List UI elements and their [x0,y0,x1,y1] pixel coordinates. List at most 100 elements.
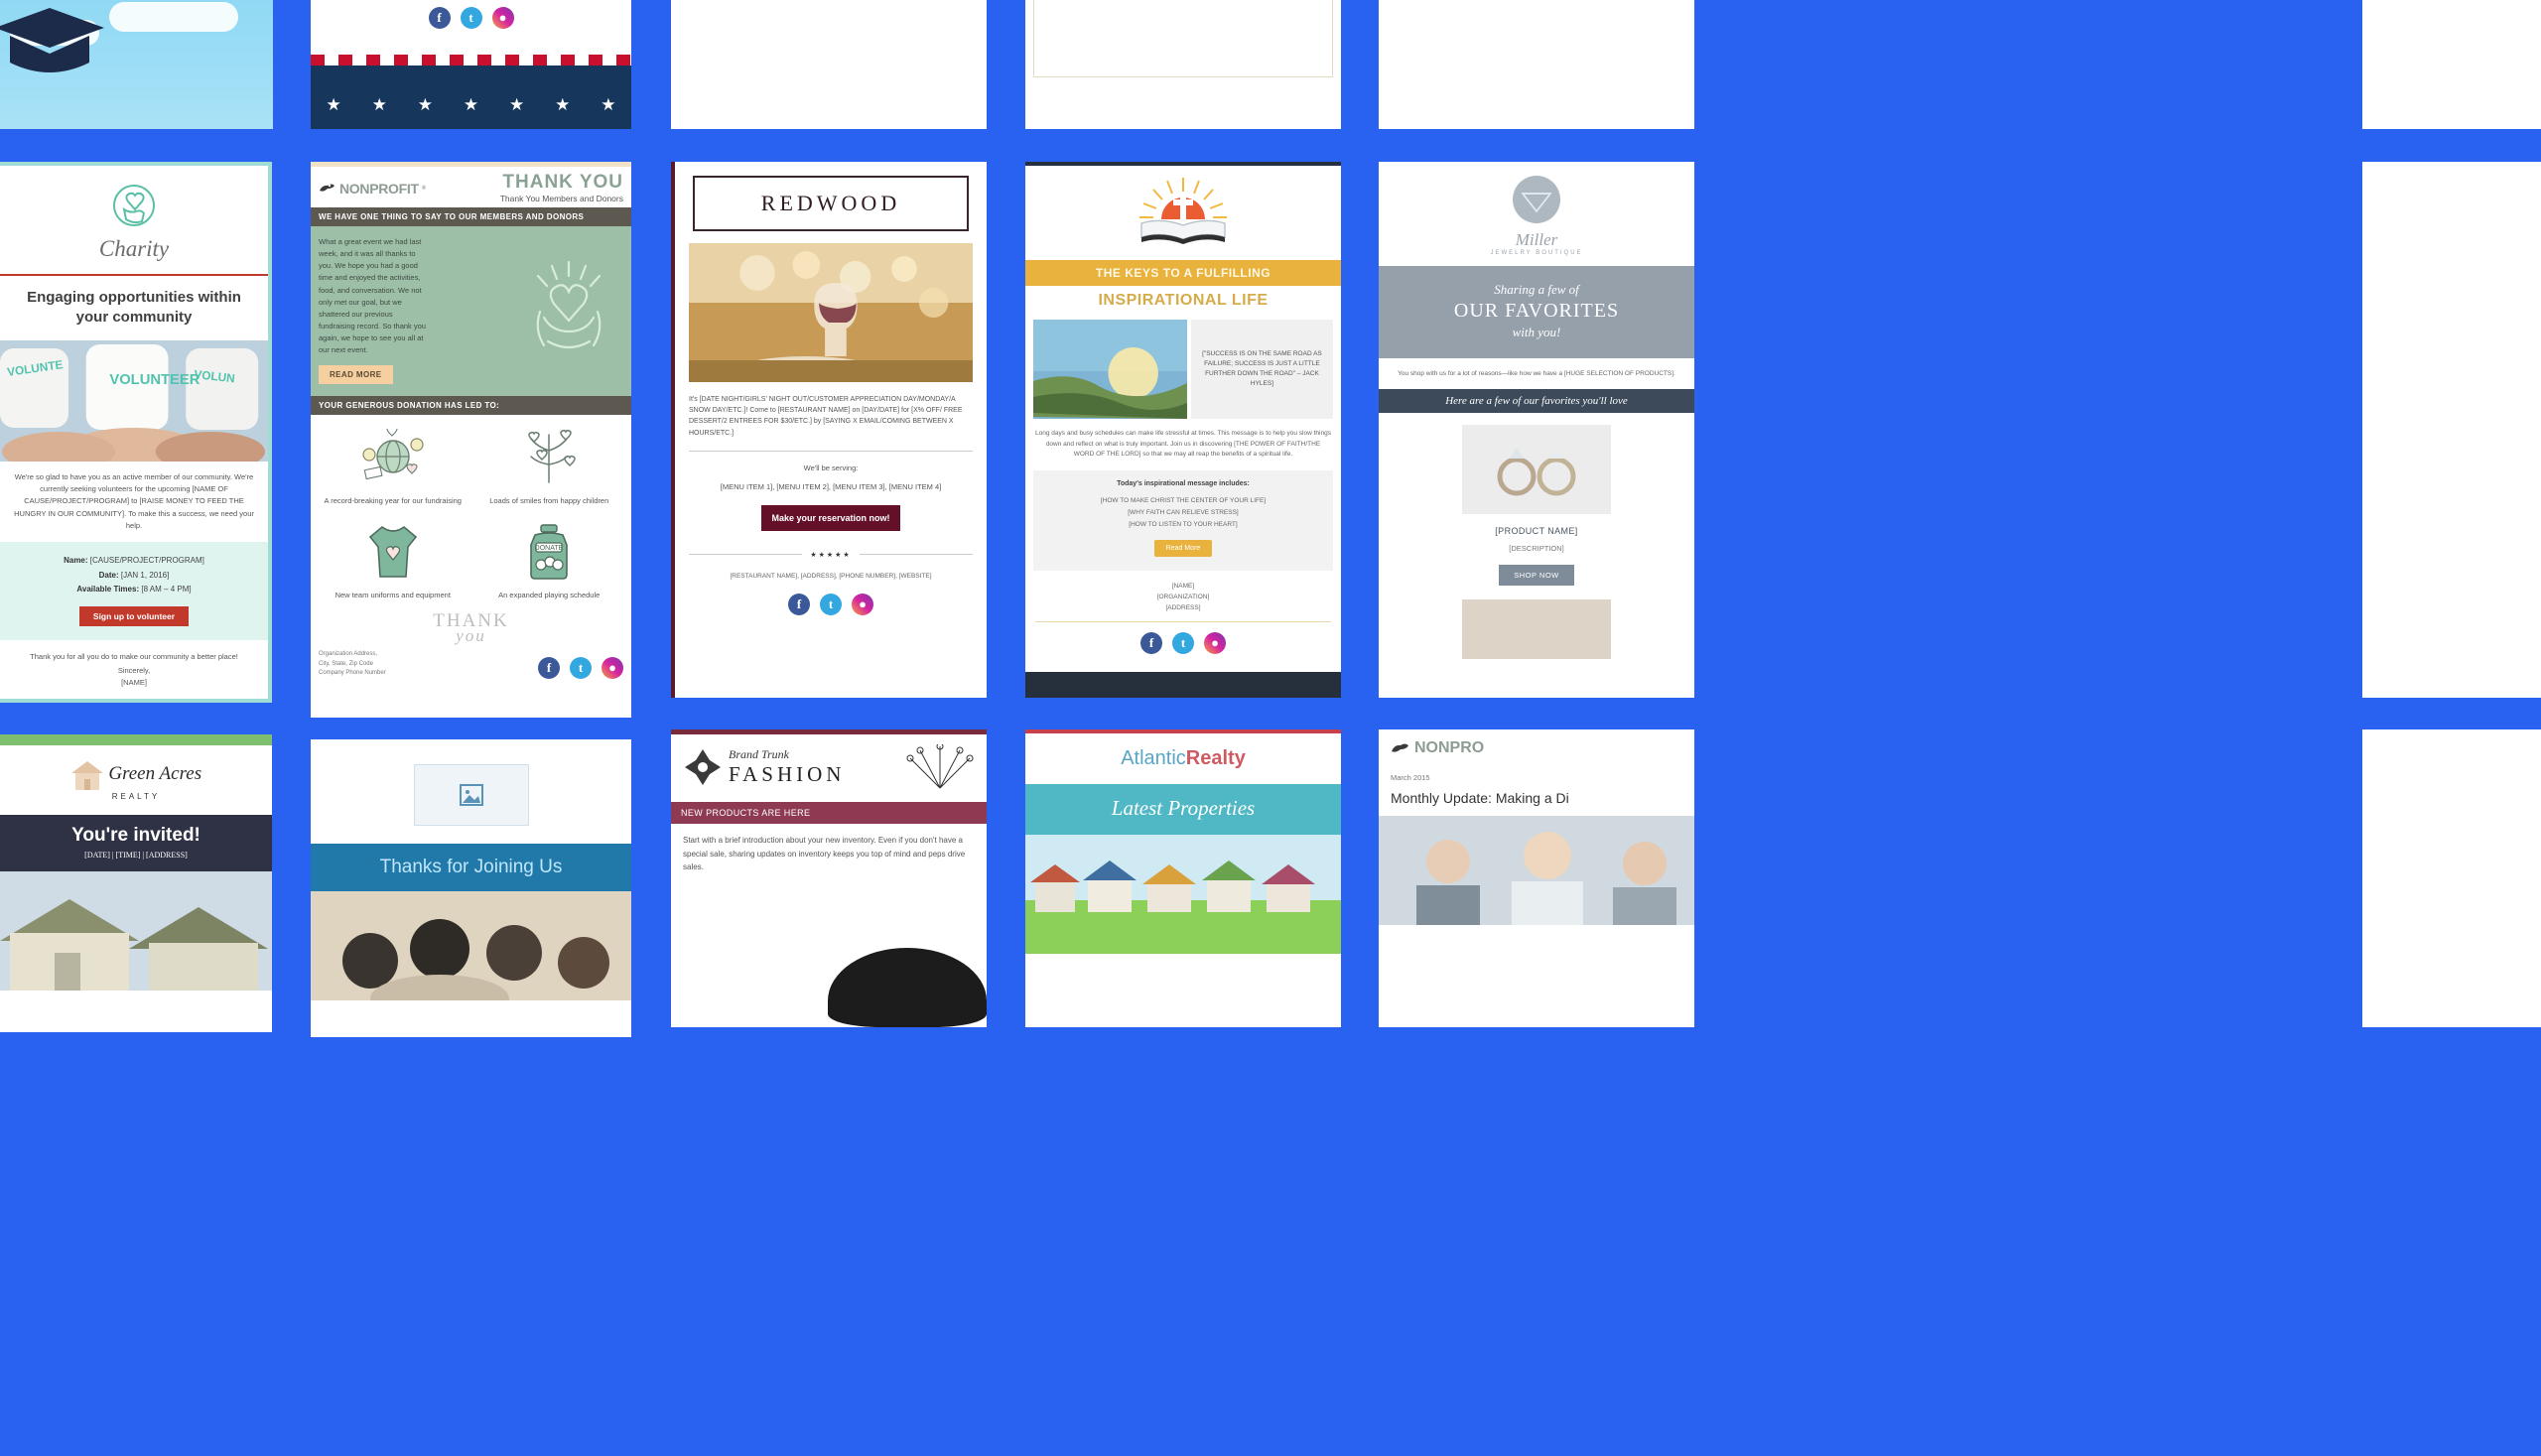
template-card-fashion[interactable]: Brand Trunk FASHION NEW PRODUCTS ARE HER… [671,729,987,1027]
template-card-gift-card[interactable]: Or call us to make a reservation Already… [1379,0,1694,129]
sunrise-bible-cross-icon [1139,178,1227,244]
fashion-bar: NEW PRODUCTS ARE HERE [671,802,987,824]
jewelry-brand: Miller [1515,230,1558,249]
star-icon: ★ [326,95,341,114]
social-links[interactable]: f t ● [311,7,631,29]
template-card-green-acres[interactable]: Green Acres REALTY You're invited! [DATE… [0,734,272,1032]
make-reservation-button[interactable]: Make your reservation now! [761,504,900,531]
facebook-icon[interactable]: f [538,656,560,679]
address-line: [ORGANIZATION] [1156,594,1210,601]
top-green-bar [0,734,272,745]
inspirational-body: Long days and busy schedules can make li… [1035,430,1331,459]
svg-text:DONATE: DONATE [535,545,564,552]
jewelry-body: You shop with us for a lot of reasons—li… [1398,370,1675,377]
atlantic-brand: AtlanticRealty [1025,733,1341,784]
detail-name-row: Name: [CAUSE/PROJECT/PROGRAM] [8,554,260,568]
fan-ornament-icon [906,744,974,789]
twitter-icon[interactable]: t [820,593,842,615]
inspirational-logo [1025,166,1341,260]
facebook-icon[interactable]: f [788,593,810,615]
charity-body: We're so glad to have you as an active m… [14,471,254,531]
template-card-inspirational[interactable]: THE KEYS TO A FULFILLING INSPIRATIONAL L… [1025,162,1341,698]
address-line: City, State, Zip Code [319,660,373,667]
includes-item: [HOW TO MAKE CHRIST THE CENTER OF YOUR L… [1100,497,1267,505]
star-row: ★ ★ ★ ★ ★ ★ ★ [311,95,631,115]
facebook-icon[interactable]: f [428,7,451,29]
green-acres-headline: You're invited! [71,825,201,846]
atlantic-brand-part1: Atlantic [1121,747,1186,769]
includes-list: [HOW TO MAKE CHRIST THE CENTER OF YOUR L… [1041,495,1325,530]
facebook-icon[interactable]: f [1140,632,1162,655]
detail-times-row: Available Times: [8 AM – 4 PM] [8,583,260,596]
star-icon: ★ [463,95,479,114]
instagram-icon[interactable]: ● [852,593,873,615]
bird-logo-icon [1392,743,1408,752]
inspirational-quote: ["SUCCESS IS ON THE SAME ROAD AS FAILURE… [1190,320,1333,419]
nonprofit-green-section: What a great event we had last week, and… [311,226,631,397]
redwood-logo: REDWOOD [760,191,901,215]
instagram-icon[interactable]: ● [491,7,514,29]
instagram-icon[interactable]: ● [602,656,623,679]
nonprofit-header: NONPROFIT ® THANK YOU Thank You Members a… [311,167,631,207]
template-card-patriotic[interactable]: ★ [RESTAURANT NAME] | [ADDRESS] | [PHONE… [311,0,631,129]
signup-volunteer-button[interactable]: Sign up to volunteer [78,605,190,626]
benefit-item: A record-breaking year for our fundraisi… [315,423,471,516]
tshirt-icon [368,525,417,578]
nonprofit-bar-2: YOUR GENEROUS DONATION HAS LED TO: [311,396,631,416]
jewelry-panel-line1: Sharing a few of [1494,282,1579,297]
read-more-button[interactable]: Read More [1153,540,1213,558]
template-card-charity[interactable]: Charity Engaging opportunities within yo… [0,162,272,703]
social-links[interactable]: f t ● [1025,622,1341,664]
benefit-caption: An expanded playing schedule [498,590,601,599]
nonprofit-footer: Organization Address, City, State, Zip C… [311,646,631,687]
green-acres-banner: You're invited! [DATE] | [TIME] | [ADDRE… [0,815,272,871]
social-links[interactable]: f t ● [675,593,987,615]
template-card-nonprofit-monthly[interactable]: NONPRO March 2015 Monthly Update: Making… [1379,729,1694,1027]
benefit-caption: New team uniforms and equipment [334,590,451,599]
template-card-jewelry[interactable]: Miller JEWELRY BOUTIQUE Sharing a few of… [1379,162,1694,698]
template-card-graduation[interactable] [0,0,273,129]
nonprofit-title: THANK YOU [502,172,623,193]
nonprofit-body: What a great event we had last week, and… [319,237,426,355]
template-card-atlantic-realty[interactable]: AtlanticRealty Latest Properties [1025,729,1341,1027]
template-card-retail[interactable]: Shop [NEW ARRIVALS] Shop [CLEARANCE] Jus… [671,0,987,129]
star-icon: ★ [509,95,525,114]
green-acres-brand-sub: REALTY [111,792,161,801]
instagram-icon[interactable]: ● [1204,632,1226,655]
inspirational-split: ["SUCCESS IS ON THE SAME ROAD AS FAILURE… [1025,320,1341,419]
star-icon: ★ [371,95,387,114]
hat-photo [828,948,987,1027]
inspirational-photo [1033,320,1187,419]
shop-now-button[interactable]: SHOP NOW [1499,565,1574,587]
thank-script: THANK you [311,610,631,646]
twitter-icon[interactable]: t [570,656,592,679]
read-more-button[interactable]: READ MORE [319,365,393,385]
twitter-icon[interactable]: t [460,7,482,29]
template-card-edge-middle[interactable] [2362,162,2541,698]
divider-line [689,554,803,556]
jewelry-secondary-image [1462,599,1611,660]
jewelry-logo: Miller JEWELRY BOUTIQUE [1379,162,1694,260]
template-card-edge-top[interactable] [2362,0,2541,129]
thanks-joining-photo [311,891,631,1000]
template-card-edge-bottom[interactable] [2362,729,2541,1027]
detail-name-value: [CAUSE/PROJECT/PROGRAM] [89,556,204,566]
thanks-joining-headline: Thanks for Joining Us [311,844,631,891]
star-icon: ★ [417,95,433,114]
template-card-nonprofit-thankyou[interactable]: NONPROFIT ® THANK YOU Thank You Members a… [311,162,631,718]
social-links[interactable]: f t ● [538,656,623,679]
star-icon: ★★★★★ [810,551,852,559]
template-card-redwood[interactable]: REDWOOD It's [DATE NIGHT/GIRLS' NIGHT OU… [671,162,987,698]
nonprofit-monthly-headline: Monthly Update: Making a Di [1391,790,1569,806]
template-card-product-sale[interactable]: [ITEM] Sale price: [$15] [ITEM] Sale pri… [1025,0,1341,129]
nonprofit-address: Organization Address, City, State, Zip C… [319,650,386,679]
redwood-serving-label: We'll be serving: [803,463,859,472]
twitter-icon[interactable]: t [1172,632,1194,655]
benefit-item: Loads of smiles from happy children [471,423,628,516]
jewelry-brand-sub: JEWELRY BOUTIQUE [1490,250,1583,256]
template-card-thanks-joining[interactable]: Thanks for Joining Us [311,739,631,1037]
star-icon: ★ [601,95,616,114]
redwood-body: It's [DATE NIGHT/GIRLS' NIGHT OUT/CUSTOM… [689,396,963,437]
redwood-hero-image [689,243,973,382]
image-placeholder[interactable] [413,764,529,826]
